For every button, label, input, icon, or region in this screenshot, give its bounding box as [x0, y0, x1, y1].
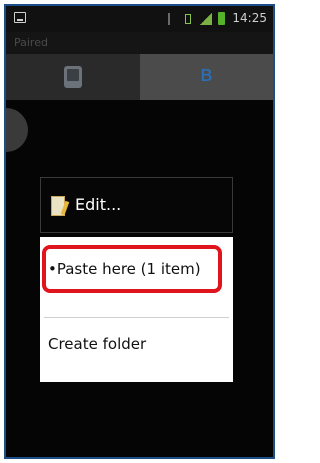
status-icons	[168, 12, 225, 25]
menu-paste-item[interactable]: •Paste here (1 item)	[42, 245, 222, 293]
vibrate-icon	[182, 13, 194, 25]
menu-create-folder-item[interactable]: Create folder	[48, 335, 146, 353]
menu-divider	[44, 317, 229, 318]
edit-icon	[51, 196, 65, 216]
bluetooth-icon: ʙ	[199, 62, 213, 87]
notification-icon	[14, 12, 26, 23]
edit-label: Edit...	[75, 195, 122, 214]
menu-edit-item[interactable]: Edit...	[40, 177, 233, 233]
status-bar: 14:25	[6, 6, 273, 32]
background-item-icon	[6, 108, 28, 152]
tab-bluetooth[interactable]: ʙ	[139, 54, 273, 100]
phone-icon	[63, 66, 82, 88]
title-bar: Paired	[6, 32, 273, 54]
signal-icon	[200, 13, 212, 25]
tab-phone[interactable]	[6, 54, 140, 100]
bluetooth-status-icon	[168, 13, 176, 25]
paste-label: •Paste here (1 item)	[48, 260, 201, 278]
page-title: Paired	[14, 36, 48, 49]
tab-bar: ʙ	[6, 54, 273, 100]
status-time: 14:25	[232, 11, 267, 25]
battery-icon	[218, 12, 225, 25]
phone-screen: 14:25 Paired ʙ Edit... •Paste here (1 it…	[4, 4, 275, 459]
context-menu: •Paste here (1 item) Create folder	[40, 237, 233, 382]
